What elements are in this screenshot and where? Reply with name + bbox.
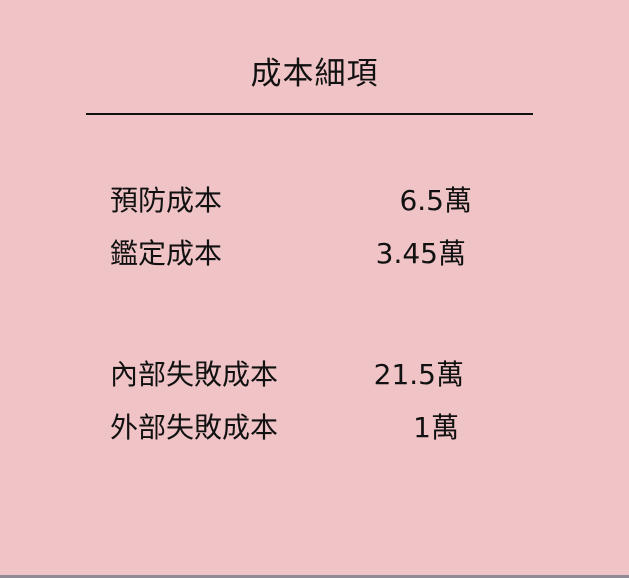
cost-value-internal-failure: 21.5萬 (373, 358, 464, 391)
cost-row-internal-failure: 內部失敗成本 21.5萬 (110, 355, 490, 395)
cost-row-prevention: 預防成本 6.5萬 (110, 181, 490, 221)
cost-row-appraisal: 鑑定成本 3.45萬 (110, 234, 490, 274)
cost-value-external-failure: 1萬 (413, 411, 459, 444)
cost-row-external-failure: 外部失敗成本 1萬 (110, 408, 490, 448)
cost-value-appraisal: 3.45萬 (375, 237, 466, 270)
cost-label-appraisal: 鑑定成本 (110, 237, 223, 270)
cost-breakdown-card: 成本細項 預防成本 6.5萬 鑑定成本 3.45萬 內部失敗成本 21.5萬 外… (0, 0, 629, 575)
cost-label-external-failure: 外部失敗成本 (110, 411, 279, 444)
cost-label-internal-failure: 內部失敗成本 (110, 358, 279, 391)
cost-label-prevention: 預防成本 (110, 184, 223, 217)
title-divider (86, 113, 533, 115)
card-title: 成本細項 (250, 56, 379, 92)
cost-value-prevention: 6.5萬 (399, 184, 472, 217)
